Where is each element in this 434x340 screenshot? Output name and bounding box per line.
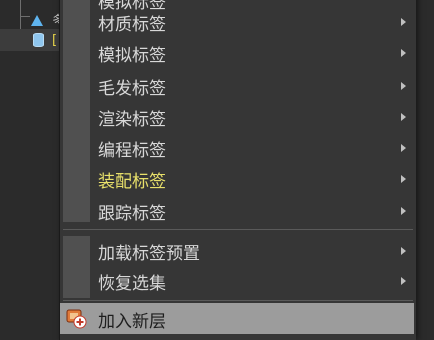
cylinder-object-icon bbox=[33, 33, 44, 47]
add-layer-icon bbox=[66, 309, 87, 329]
submenu-arrow-icon bbox=[401, 247, 406, 255]
cone-object-icon bbox=[31, 15, 43, 26]
menu-item-hair-tags[interactable]: 毛发标签 bbox=[60, 70, 414, 101]
menu-item-add-new-layer[interactable]: 加入新层 bbox=[60, 303, 414, 334]
menu-item-label: 编程标签 bbox=[98, 141, 166, 161]
submenu-arrow-icon bbox=[401, 18, 406, 26]
submenu-arrow-icon bbox=[401, 113, 406, 121]
submenu-arrow-icon bbox=[401, 207, 406, 215]
menu-item-label: 模拟标签 bbox=[98, 46, 166, 66]
submenu-arrow-icon bbox=[401, 49, 406, 57]
menu-item-label: 跟踪标签 bbox=[98, 204, 166, 224]
menu-item-label: 恢复选集 bbox=[98, 274, 166, 294]
menu-item-label: 毛发标签 bbox=[98, 79, 166, 99]
submenu-arrow-icon bbox=[401, 175, 406, 183]
menu-item-label: 渲染标签 bbox=[98, 110, 166, 130]
menu-item-material-tags[interactable]: 材质标签 bbox=[60, 6, 414, 37]
submenu-arrow-icon bbox=[401, 144, 406, 152]
tree-row-selected[interactable]: [ bbox=[0, 29, 62, 51]
menu-item-tracking-tags[interactable]: 跟踪标签 bbox=[60, 195, 414, 226]
object-tree: 多 [ bbox=[0, 0, 62, 334]
submenu-arrow-icon bbox=[401, 277, 406, 285]
menu-item-render-tags[interactable]: 渲染标签 bbox=[60, 101, 414, 132]
menu-item-simulation-tags[interactable]: 模拟标签 bbox=[60, 37, 414, 68]
tree-row[interactable]: 多 bbox=[0, 6, 62, 28]
menu-item-label: 装配标签 bbox=[98, 172, 166, 192]
menu-item-programming-tags[interactable]: 编程标签 bbox=[60, 132, 414, 163]
menu-item-restore-selection[interactable]: 恢复选集 bbox=[60, 265, 414, 296]
menu-item-label: 加载标签预置 bbox=[98, 244, 200, 264]
menu-item-label: 材质标签 bbox=[98, 15, 166, 35]
menu-separator bbox=[63, 300, 413, 301]
menu-item-rigging-tags[interactable]: 装配标签 bbox=[60, 163, 414, 194]
menu-item-label: 加入新层 bbox=[98, 312, 166, 332]
menu-item-load-tag-preset[interactable]: 加载标签预置 bbox=[60, 235, 414, 266]
submenu-arrow-icon bbox=[401, 82, 406, 90]
menu-separator bbox=[63, 229, 413, 230]
